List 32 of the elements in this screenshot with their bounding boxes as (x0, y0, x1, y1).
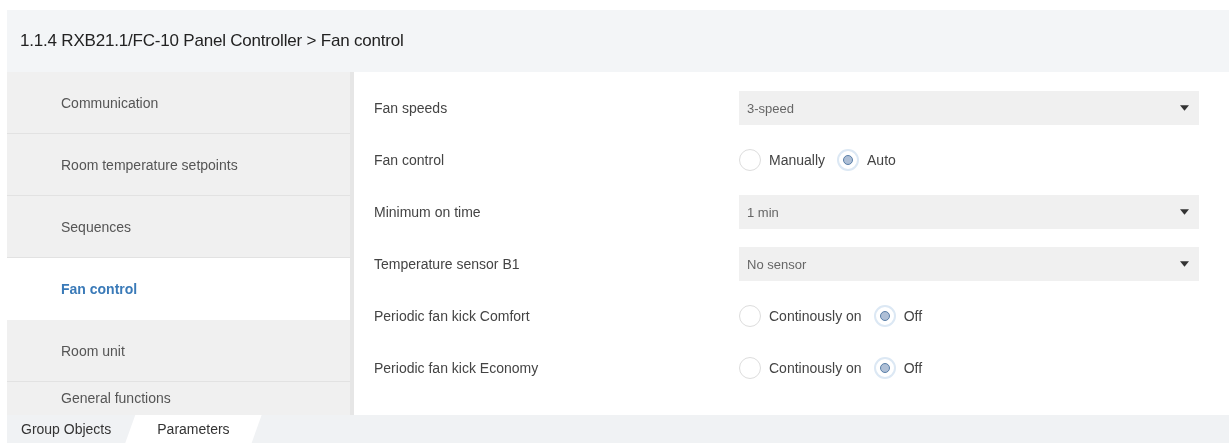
radio-button[interactable] (873, 357, 896, 379)
parameter-label: Fan control (374, 152, 446, 168)
caret-icon (1180, 261, 1189, 267)
sidebar-item[interactable]: Sequences (7, 196, 350, 258)
radio-button[interactable] (739, 357, 761, 379)
radio-label[interactable]: Continously on (769, 360, 862, 376)
tab[interactable]: Parameters (125, 415, 262, 443)
sidebar-item[interactable]: Communication (7, 72, 350, 134)
radio-label[interactable]: Auto (867, 152, 896, 168)
radio-button[interactable] (739, 149, 761, 171)
sidebar-item[interactable]: Room unit (7, 320, 350, 382)
sidebar-item[interactable]: General functions (7, 382, 350, 415)
caret-icon (1180, 105, 1189, 111)
radio-label[interactable]: Manually (769, 152, 826, 168)
tab[interactable]: Group Objects (7, 415, 126, 443)
dropdown-field[interactable]: No sensor (739, 247, 1199, 281)
radio-button[interactable] (837, 149, 860, 171)
dropdown-field[interactable]: 1 min (739, 195, 1199, 229)
parameter-label: Fan speeds (374, 100, 449, 116)
panel-title: 1.1.4 RXB21.1/FC-10 Panel Controller > Fan control (20, 31, 404, 51)
radio-button[interactable] (739, 305, 761, 327)
radio-label[interactable]: Off (903, 360, 923, 376)
radio-label[interactable]: Continously on (769, 308, 862, 324)
radio-label[interactable]: Off (903, 308, 923, 324)
sidebar-item[interactable]: Room temperature setpoints (7, 134, 350, 196)
parameter-label: Periodic fan kick Comfort (374, 308, 531, 324)
parameter-label: Temperature sensor B1 (374, 256, 521, 272)
parameter-label: Minimum on time (374, 204, 482, 220)
dropdown-field[interactable]: 3-speed (739, 91, 1199, 125)
radio-button[interactable] (873, 305, 896, 327)
caret-icon (1180, 209, 1189, 215)
parameter-label: Periodic fan kick Economy (374, 360, 540, 376)
